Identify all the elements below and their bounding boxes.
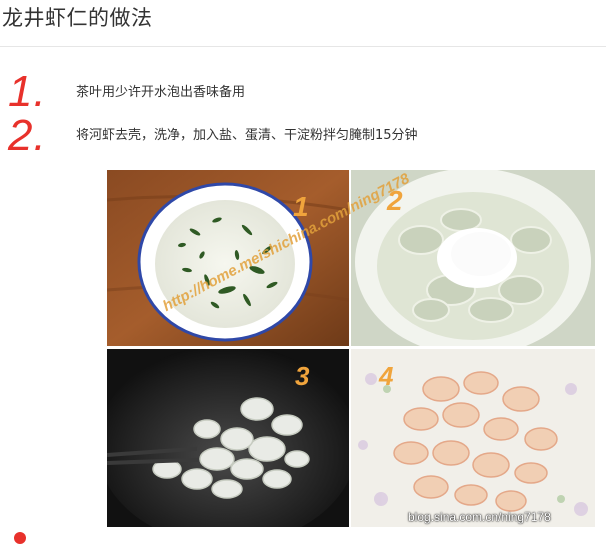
photo-shrimp-plated: 4 bbox=[351, 349, 595, 527]
title-divider bbox=[0, 46, 606, 47]
blog-watermark: blog.sina.com.cn/ning7178 bbox=[408, 510, 551, 524]
photo-shrimp-frying: 3 bbox=[107, 349, 349, 527]
step-2-text: 将河虾去壳，洗净，加入盐、蛋清、干淀粉拌匀腌制15分钟 bbox=[76, 128, 418, 143]
photo-4-label: 4 bbox=[378, 361, 394, 391]
photo-1-label: 1 bbox=[293, 191, 309, 222]
step-photo-grid: 1 2 3 4 bbox=[107, 170, 595, 527]
next-step-marker bbox=[14, 532, 26, 544]
step-1-number: 1. bbox=[8, 67, 47, 116]
photo-3-label: 3 bbox=[295, 361, 310, 391]
step-1-text: 茶叶用少许开水泡出香味备用 bbox=[76, 85, 246, 100]
step-2-number: 2. bbox=[8, 111, 47, 160]
photo-tea-leaves: 1 bbox=[107, 170, 349, 346]
recipe-title: 龙井虾仁的做法 bbox=[2, 6, 153, 30]
